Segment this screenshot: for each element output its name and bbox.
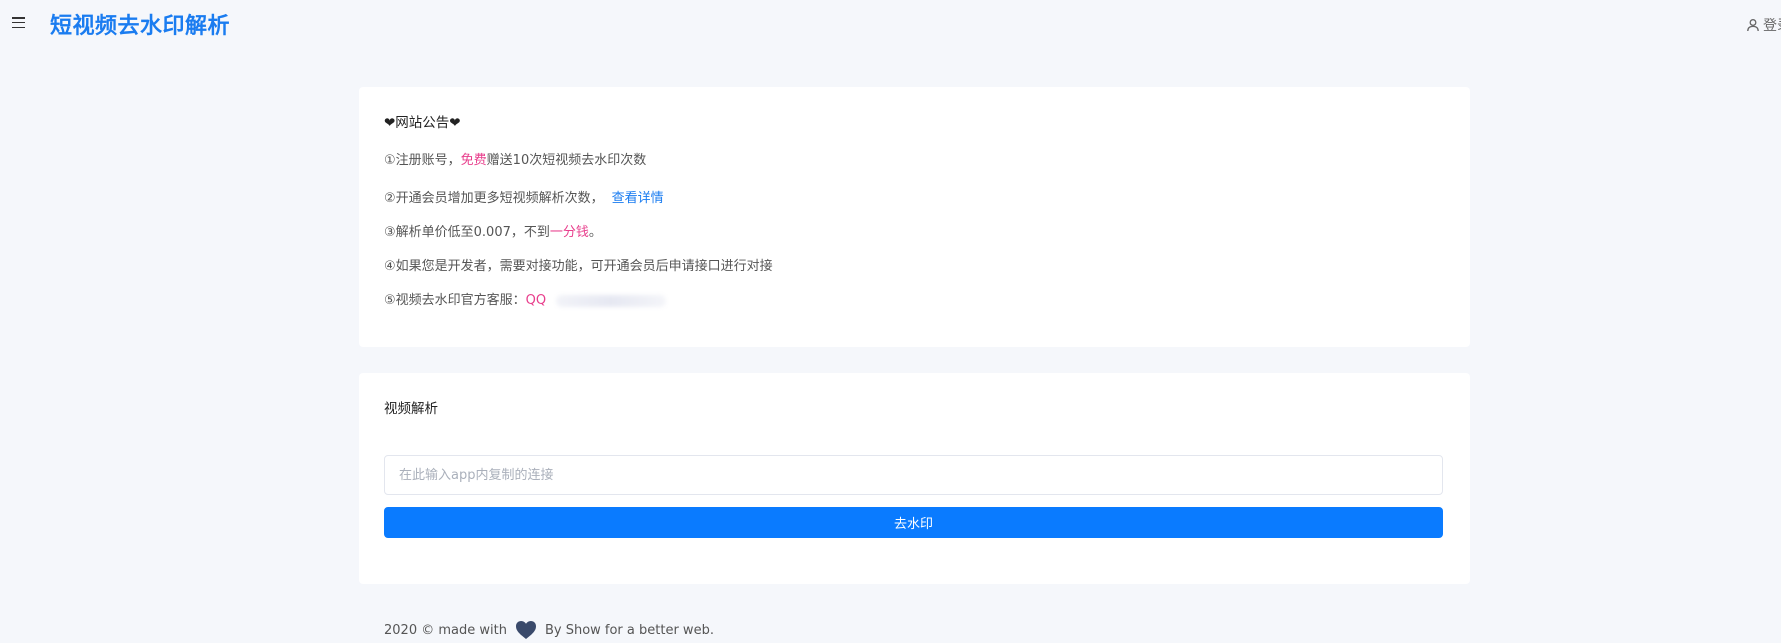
announcement-line-1: ①注册账号，免费赠送10次短视频去水印次数	[384, 149, 646, 168]
line2-text: ②开通会员增加更多短视频解析次数，	[384, 191, 604, 206]
top-navbar: 短视频去水印解析 登录	[0, 0, 1781, 48]
redacted-qq-number	[556, 294, 667, 307]
one-cent-highlight: 一分钱	[549, 225, 589, 240]
line1-prefix: ①注册账号，	[384, 153, 461, 168]
qq-label: QQ	[525, 293, 547, 308]
video-parse-card: 视频解析 去水印	[359, 373, 1470, 584]
line3-suffix: 。	[588, 225, 602, 240]
login-label: 登录	[1763, 18, 1781, 34]
announcement-line-2: ②开通会员增加更多短视频解析次数， 查看详情	[384, 187, 664, 206]
line1-suffix: 赠送10次短视频去水印次数	[486, 153, 647, 168]
line5-prefix: ⑤视频去水印官方客服：	[384, 293, 526, 308]
heart-icon	[515, 621, 536, 639]
announcement-card: ❤网站公告❤ ①注册账号，免费赠送10次短视频去水印次数 ②开通会员增加更多短视…	[359, 87, 1470, 347]
hamburger-menu-icon[interactable]	[12, 17, 25, 29]
video-url-input[interactable]	[384, 455, 1443, 495]
announcement-title: ❤网站公告❤	[384, 115, 461, 131]
parse-title: 视频解析	[384, 401, 438, 417]
line3-prefix: ③解析单价低至0.007，不到	[384, 225, 550, 240]
user-icon	[1747, 19, 1759, 32]
site-title[interactable]: 短视频去水印解析	[50, 8, 230, 40]
free-highlight: 免费	[460, 153, 487, 168]
announcement-line-3: ③解析单价低至0.007，不到一分钱。	[384, 221, 602, 240]
announcement-line-5: ⑤视频去水印官方客服：QQ	[384, 289, 667, 308]
view-details-link[interactable]: 查看详情	[612, 191, 664, 206]
footer-prefix: 2020 © made with	[384, 622, 507, 638]
footer-suffix: By Show for a better web.	[544, 622, 714, 638]
login-link[interactable]: 登录	[1746, 15, 1781, 35]
announcement-line-4: ④如果您是开发者，需要对接功能，可开通会员后申请接口进行对接	[384, 259, 773, 274]
remove-watermark-button[interactable]: 去水印	[384, 507, 1443, 538]
page-footer: 2020 © made with By Show for a better we…	[384, 620, 714, 640]
